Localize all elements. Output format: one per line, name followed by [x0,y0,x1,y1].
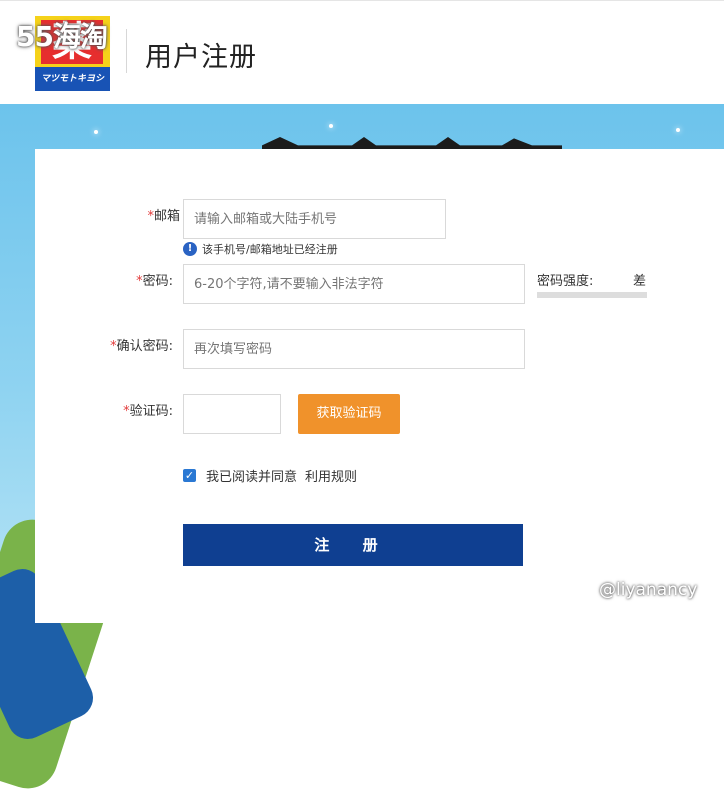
password-label: *密码: [136,274,173,289]
strength-label: 密码强度: [537,274,594,289]
captcha-input[interactable] [183,394,281,434]
watermark-top: 55海淘 [16,20,108,53]
email-input[interactable] [183,199,446,239]
password-input[interactable] [183,264,525,304]
sparkle-icon [94,130,98,134]
get-code-button[interactable]: 获取验证码 [298,394,400,434]
header-divider [126,29,127,73]
confirm-password-input[interactable] [183,329,525,369]
strength-value: 差 [633,274,647,289]
logo-brand-text: マツモトキヨシ [35,67,110,91]
agree-checkbox[interactable]: ✓ [183,469,196,482]
email-hint: ! 该手机号/邮箱地址已经注册 [183,241,338,257]
email-label: *邮箱 [147,209,180,224]
email-hint-text: 该手机号/邮箱地址已经注册 [202,243,338,256]
agreement-row: ✓ 我已阅读并同意 利用规则 [183,466,357,485]
info-icon: ! [183,242,197,256]
captcha-label: *验证码: [123,404,173,419]
page-title: 用户注册 [145,42,257,73]
confirm-password-label: *确认密码: [110,339,173,354]
strength-meter [537,292,647,298]
sparkle-icon [676,128,680,132]
sparkle-icon [329,124,333,128]
agree-text: 我已阅读并同意 [206,470,298,485]
watermark-bottom: @liyanancy [599,580,698,600]
site-header: 薬 マツモトキヨシ 用户注册 55海淘 [0,0,724,105]
terms-link[interactable]: 利用规则 [305,466,357,485]
register-button[interactable]: 注 册 [183,524,523,566]
